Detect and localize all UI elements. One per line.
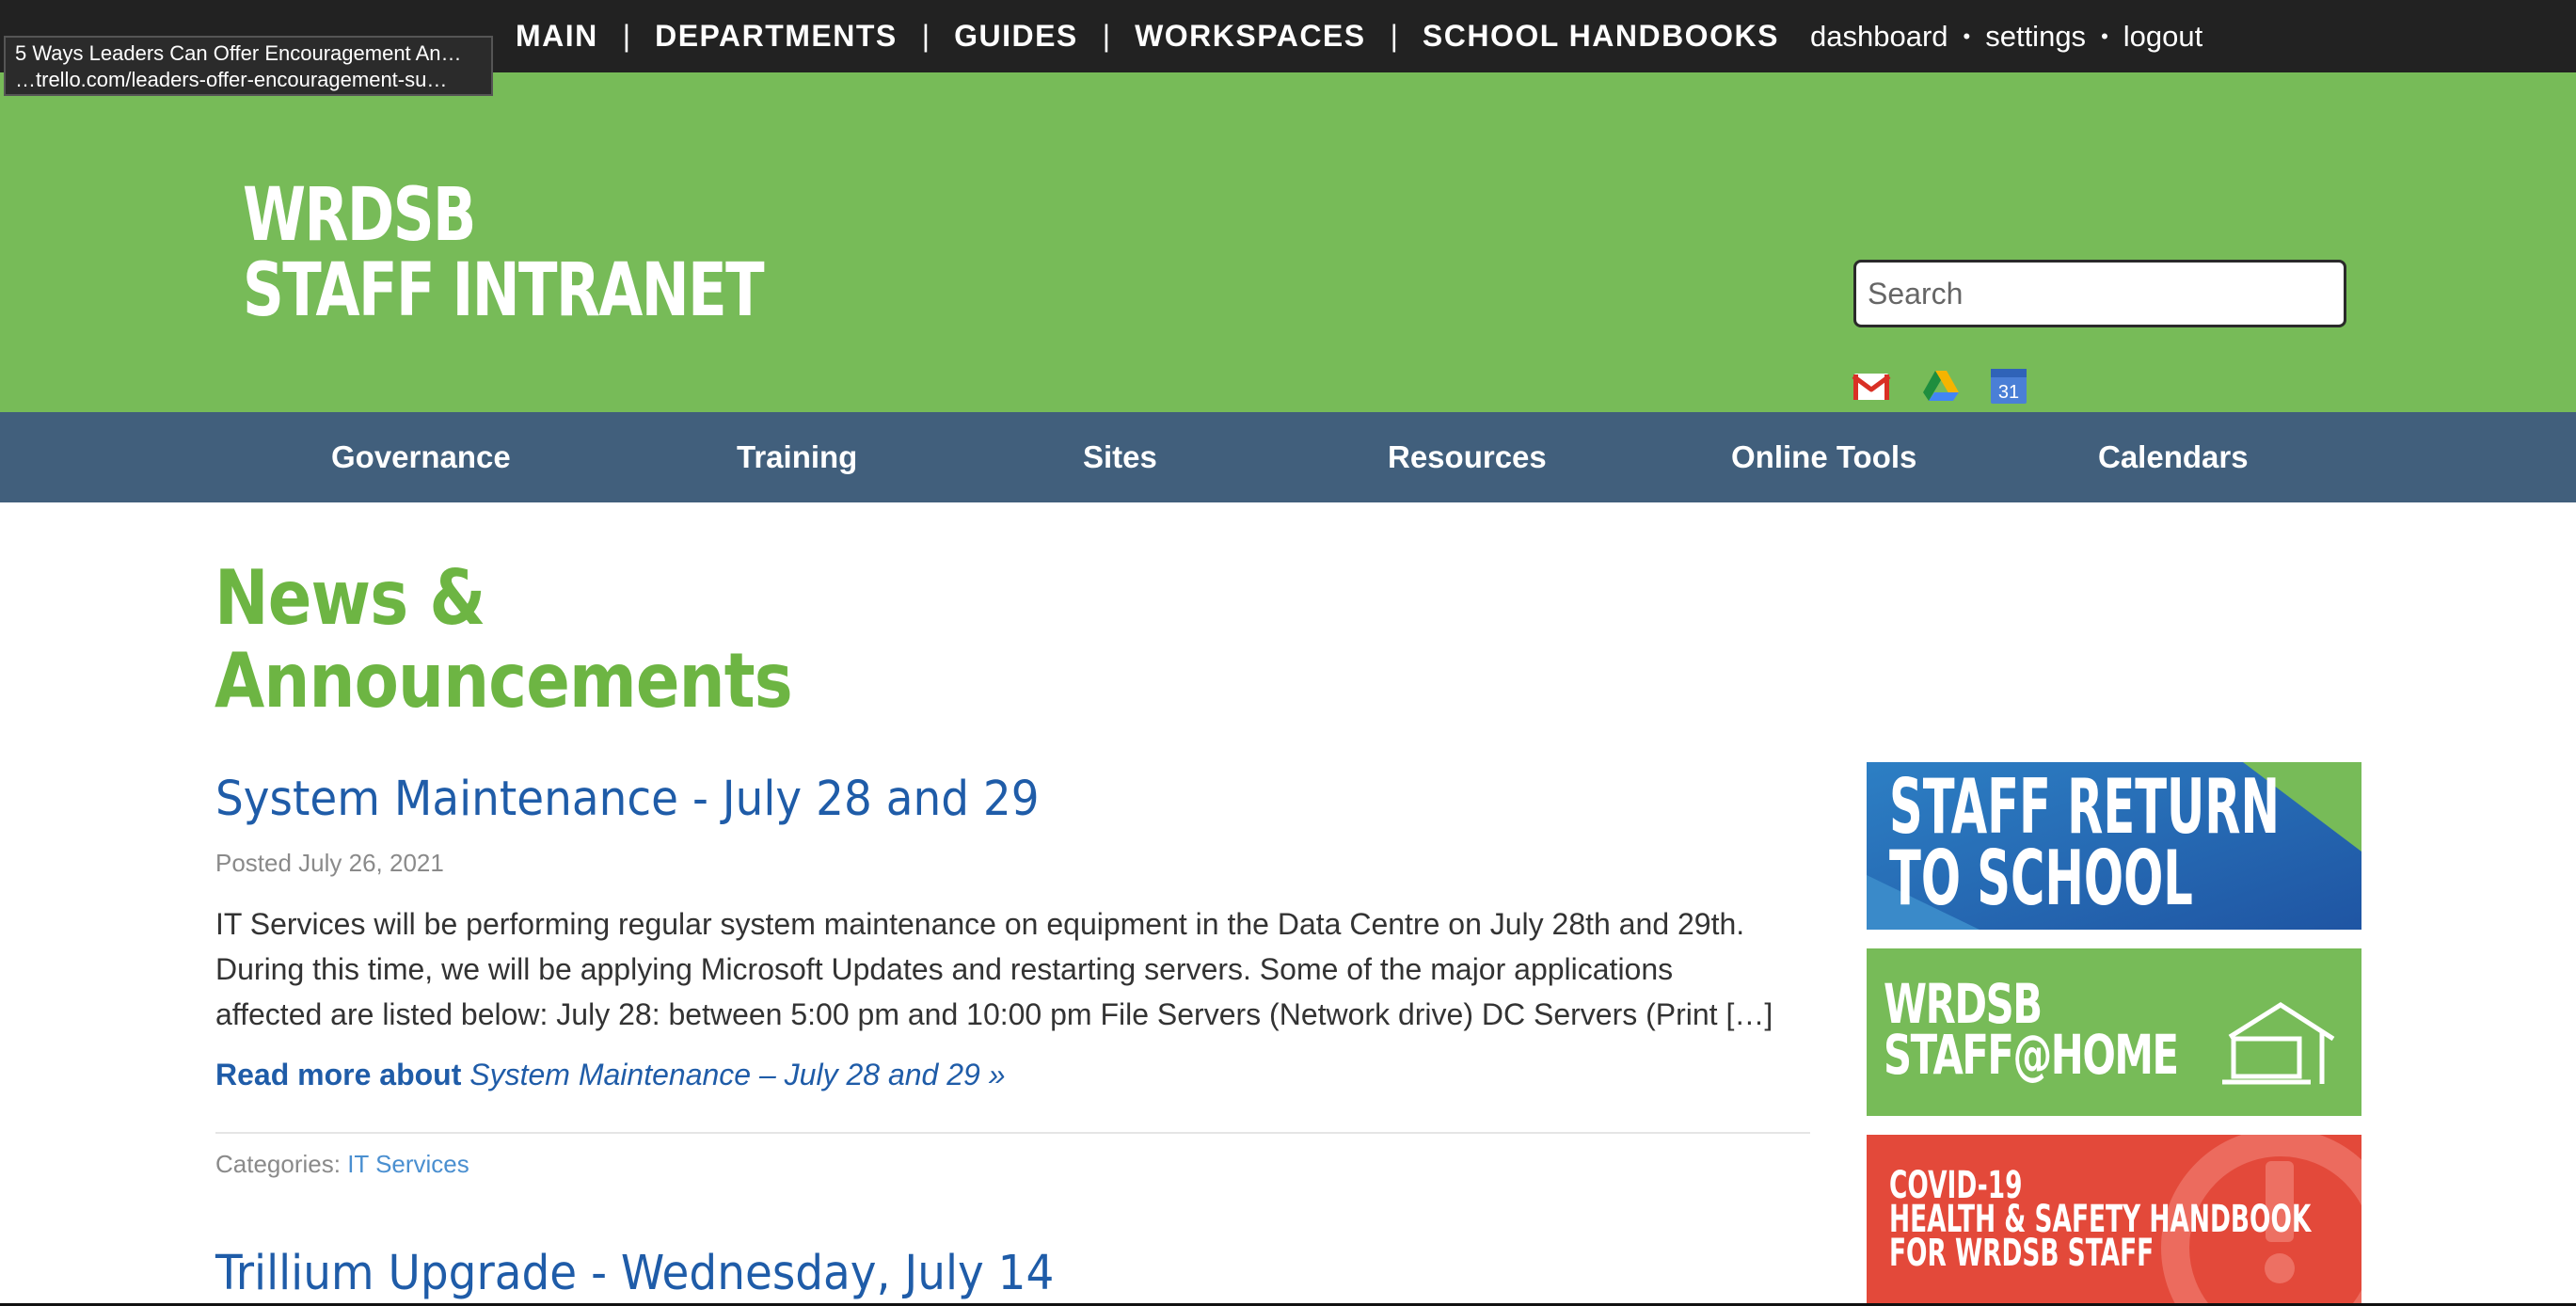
banner-line: TO SCHOOL bbox=[1889, 835, 2193, 922]
nav-resources[interactable]: Resources bbox=[1388, 412, 1547, 502]
site-header: WRDSB STAFF INTRANET 31 bbox=[0, 72, 2576, 412]
nav-separator: | bbox=[622, 19, 631, 53]
dashboard-link[interactable]: dashboard bbox=[1810, 20, 1948, 54]
site-title[interactable]: WRDSB STAFF INTRANET bbox=[243, 173, 765, 333]
user-links: dashboard • settings • logout bbox=[1810, 0, 2202, 72]
nav-sites[interactable]: Sites bbox=[1083, 412, 1157, 502]
nav-separator: | bbox=[921, 19, 930, 53]
main-nav: Governance Training Sites Resources Onli… bbox=[0, 412, 2576, 502]
nav-online-tools[interactable]: Online Tools bbox=[1731, 412, 1916, 502]
logout-link[interactable]: logout bbox=[2123, 20, 2202, 54]
settings-link[interactable]: settings bbox=[1985, 20, 2086, 54]
svg-text:31: 31 bbox=[1998, 382, 2019, 403]
top-nav-guides[interactable]: GUIDES bbox=[930, 19, 1103, 54]
link-tooltip: 5 Ways Leaders Can Offer Encouragement A… bbox=[4, 36, 493, 96]
read-more-label: Read more about bbox=[215, 1058, 462, 1091]
home-laptop-icon bbox=[2222, 1002, 2335, 1085]
excerpt-line: During this time, we will be applying Mi… bbox=[215, 952, 1674, 986]
gmail-icon[interactable] bbox=[1852, 366, 1891, 406]
excerpt-line: IT Services will be performing regular s… bbox=[215, 907, 1745, 941]
post-title-link[interactable]: System Maintenance - July 28 and 29 bbox=[215, 772, 1040, 827]
covid-health-safety-banner[interactable]: COVID-19 HEALTH & SAFETY HANDBOOK FOR WR… bbox=[1867, 1135, 2361, 1303]
post-date: Posted July 26, 2021 bbox=[215, 849, 444, 877]
category-link[interactable]: IT Services bbox=[347, 1150, 469, 1178]
staff-at-home-banner[interactable]: WRDSB STAFF@HOME bbox=[1867, 948, 2361, 1116]
top-nav-workspaces[interactable]: WORKSPACES bbox=[1110, 19, 1391, 54]
page-title-line1: News & bbox=[215, 554, 485, 642]
banner-line: STAFF@HOME bbox=[1884, 1023, 2179, 1087]
google-calendar-icon[interactable]: 31 bbox=[1989, 366, 2028, 406]
top-nav-main[interactable]: MAIN bbox=[491, 19, 623, 54]
categories-label: Categories: bbox=[215, 1150, 341, 1178]
search-input[interactable] bbox=[1853, 260, 2346, 327]
staff-return-to-school-banner[interactable]: STAFF RETURN TO SCHOOL bbox=[1867, 762, 2361, 930]
excerpt-line: affected are listed below: July 28: betw… bbox=[215, 997, 1773, 1031]
post-divider bbox=[215, 1132, 1810, 1134]
top-nav-departments[interactable]: DEPARTMENTS bbox=[630, 19, 922, 54]
nav-separator: | bbox=[1102, 19, 1111, 53]
nav-separator: | bbox=[1390, 19, 1398, 53]
link-separator: • bbox=[2101, 24, 2108, 48]
nav-governance[interactable]: Governance bbox=[331, 412, 511, 502]
top-nav-school-handbooks[interactable]: SCHOOL HANDBOOKS bbox=[1398, 19, 1804, 54]
read-more-link[interactable]: Read more about System Maintenance – Jul… bbox=[215, 1058, 1006, 1092]
banner-line: STAFF RETURN bbox=[1889, 763, 2281, 851]
link-separator: • bbox=[1963, 24, 1971, 48]
nav-calendars[interactable]: Calendars bbox=[2098, 412, 2249, 502]
site-title-line2: STAFF INTRANET bbox=[243, 248, 765, 333]
top-nav: MAIN | DEPARTMENTS | GUIDES | WORKSPACES… bbox=[491, 0, 1804, 72]
banner-line: FOR WRDSB STAFF bbox=[1889, 1232, 2155, 1275]
post-title-link[interactable]: Trillium Upgrade - Wednesday, July 14 bbox=[215, 1246, 1054, 1301]
google-drive-icon[interactable] bbox=[1921, 366, 1961, 406]
post-categories: Categories: IT Services bbox=[215, 1150, 469, 1179]
page-title: News & Announcements bbox=[215, 554, 793, 725]
tooltip-title: 5 Ways Leaders Can Offer Encouragement A… bbox=[15, 41, 462, 65]
banner-line: WRDSB bbox=[1884, 972, 2043, 1036]
post-excerpt: IT Services will be performing regular s… bbox=[215, 901, 1815, 1037]
tooltip-url: …trello.com/leaders-offer-encouragement-… bbox=[15, 68, 448, 91]
site-title-line1: WRDSB bbox=[243, 173, 476, 258]
nav-training[interactable]: Training bbox=[737, 412, 857, 502]
page-title-line2: Announcements bbox=[215, 637, 793, 725]
read-more-title: System Maintenance – July 28 and 29 » bbox=[469, 1058, 1006, 1091]
